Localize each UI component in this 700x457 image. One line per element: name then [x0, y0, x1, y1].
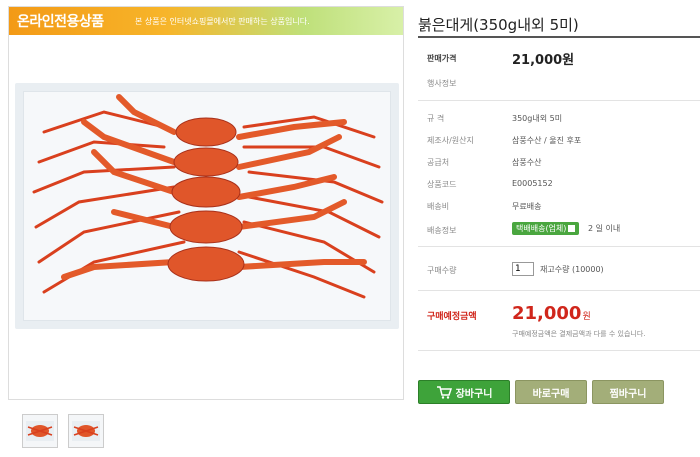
total-amount: 21,000원 — [512, 303, 591, 324]
shipping-days: 2 일 이내 — [587, 224, 621, 233]
total-amount-note: 구매예정금액은 결제금액과 다를 수 있습니다. — [512, 330, 646, 338]
shipping-fee-value: 무료배송 — [512, 202, 542, 211]
title-divider — [418, 36, 700, 38]
divider — [418, 100, 700, 101]
quantity-input[interactable] — [512, 262, 534, 276]
divider — [418, 350, 700, 351]
thumbnail-2[interactable] — [68, 414, 104, 448]
banner-title: 온라인전용상품 — [17, 14, 104, 30]
shipping-info-label: 배송정보 — [427, 226, 457, 235]
stock-quantity: 재고수량 (10000) — [540, 265, 604, 274]
online-only-banner: 온라인전용상품 본 상품은 인터넷쇼핑몰에서만 판매하는 상품입니다. — [9, 7, 403, 35]
spec-label: 규 격 — [427, 114, 445, 123]
shipping-fee-label: 배송비 — [427, 202, 450, 211]
crab-illustration — [32, 94, 384, 299]
supplier-value: 삼풍수산 — [512, 158, 542, 167]
add-to-cart-label: 장바구니 — [455, 388, 493, 400]
thumbnail-1[interactable] — [22, 414, 58, 448]
spec-value: 350g내외 5미 — [512, 114, 563, 123]
wishlist-button[interactable]: 찜바구니 — [592, 380, 664, 404]
shipping-info-value: 택배배송(업체) 2 일 이내 — [512, 222, 620, 235]
courier-badge-label: 택배배송(업체) — [516, 224, 567, 233]
product-code-label: 상품코드 — [427, 180, 457, 189]
origin-label: 제조사/원산지 — [427, 136, 474, 145]
divider — [418, 290, 700, 291]
product-title: 붉은대게(350g내외 5미) — [418, 16, 579, 34]
origin-value: 삼풍수산 / 울진 후포 — [512, 136, 582, 145]
total-amount-value: 21,000 — [512, 303, 582, 324]
sale-price: 21,000원 — [512, 53, 575, 68]
product-photo — [15, 83, 399, 329]
product-image-panel: 온라인전용상품 본 상품은 인터넷쇼핑몰에서만 판매하는 상품입니다. — [8, 6, 404, 400]
buy-now-button[interactable]: 바로구매 — [515, 380, 587, 404]
sale-price-label: 판매가격 — [427, 54, 457, 63]
cart-icon — [436, 386, 452, 399]
product-code-value: E0005152 — [512, 179, 553, 188]
banner-subtitle: 본 상품은 인터넷쇼핑몰에서만 판매하는 상품입니다. — [135, 17, 310, 26]
document-icon — [568, 225, 576, 232]
supplier-label: 공급처 — [427, 158, 450, 167]
total-amount-unit: 원 — [582, 312, 591, 322]
event-info-label: 행사정보 — [427, 79, 457, 88]
courier-badge: 택배배송(업체) — [512, 222, 580, 235]
divider — [418, 246, 700, 247]
quantity-label: 구매수량 — [427, 266, 457, 275]
styrofoam-tray — [23, 91, 391, 321]
add-to-cart-button[interactable]: 장바구니 — [418, 380, 510, 404]
total-amount-label: 구매예정금액 — [427, 312, 477, 322]
